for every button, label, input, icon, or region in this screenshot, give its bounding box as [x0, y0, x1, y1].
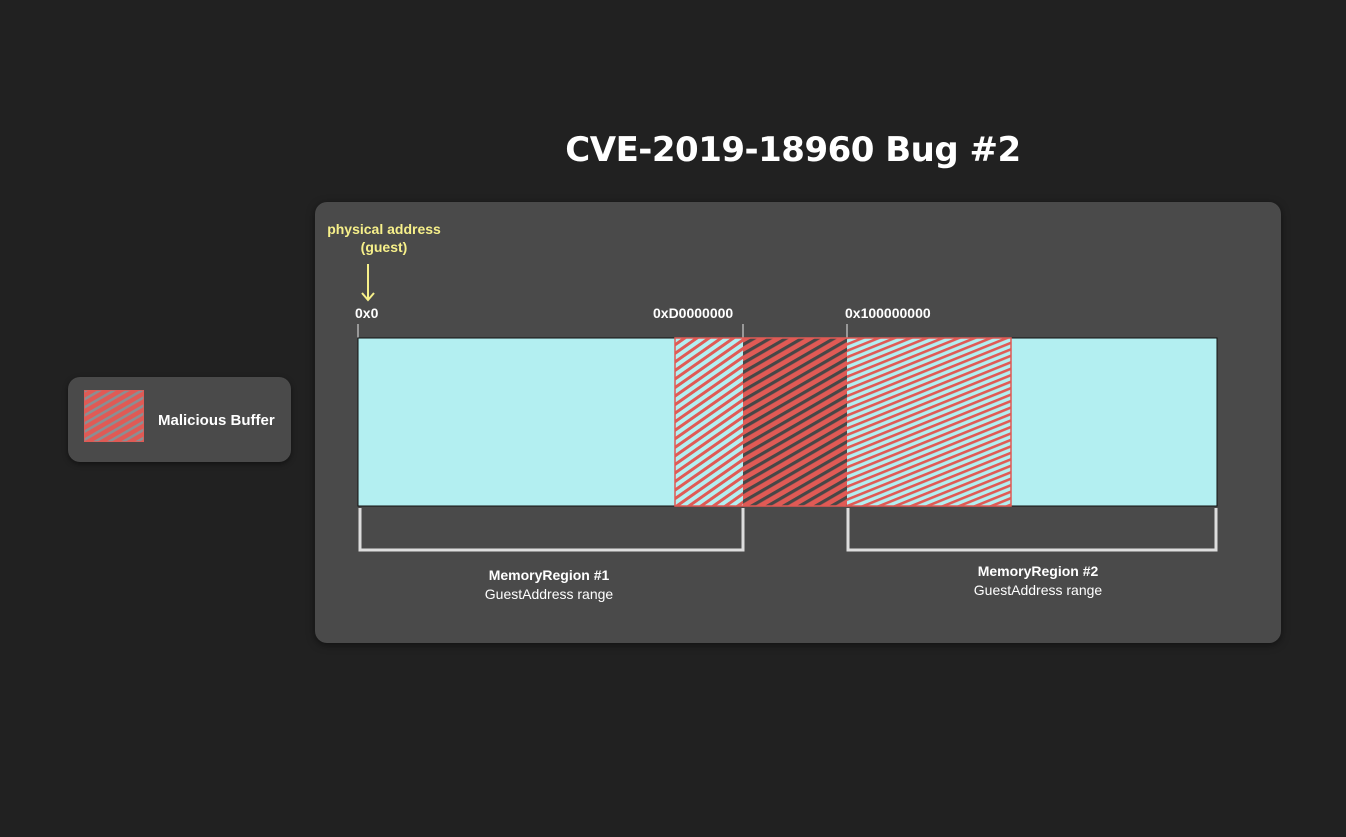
region-1-title: MemoryRegion #1: [488, 567, 610, 583]
memory-diagram: [357, 264, 1218, 552]
legend-label: Malicious Buffer: [158, 412, 275, 429]
bracket-region-2: [846, 508, 1218, 552]
diagram-panel: physical address (guest) 0x0 0xD0000000 …: [315, 202, 1281, 643]
malicious-buffer-region-2: [847, 338, 1011, 506]
region-1-label: MemoryRegion #1 GuestAddress range: [485, 565, 613, 603]
axis-label-line1: physical address: [327, 221, 441, 237]
hatched-red-swatch-icon: [84, 390, 144, 442]
region-1-subtitle: GuestAddress range: [484, 586, 614, 602]
axis-label: physical address (guest): [324, 220, 444, 256]
malicious-buffer-region-1: [675, 338, 743, 506]
address-label-2: 0x100000000: [845, 305, 931, 321]
region-2-label: MemoryRegion #2 GuestAddress range: [974, 561, 1102, 599]
axis-label-line2: (guest): [360, 239, 408, 255]
region-2-subtitle: GuestAddress range: [973, 582, 1103, 598]
address-label-1: 0xD0000000: [653, 305, 734, 321]
malicious-buffer-gap: [743, 338, 847, 506]
legend: Malicious Buffer: [68, 377, 291, 462]
page-title: CVE-2019-18960 Bug #2: [565, 130, 1021, 170]
address-label-0: 0x0: [355, 305, 379, 321]
region-2-title: MemoryRegion #2: [977, 563, 1099, 579]
bracket-region-1: [358, 508, 745, 552]
